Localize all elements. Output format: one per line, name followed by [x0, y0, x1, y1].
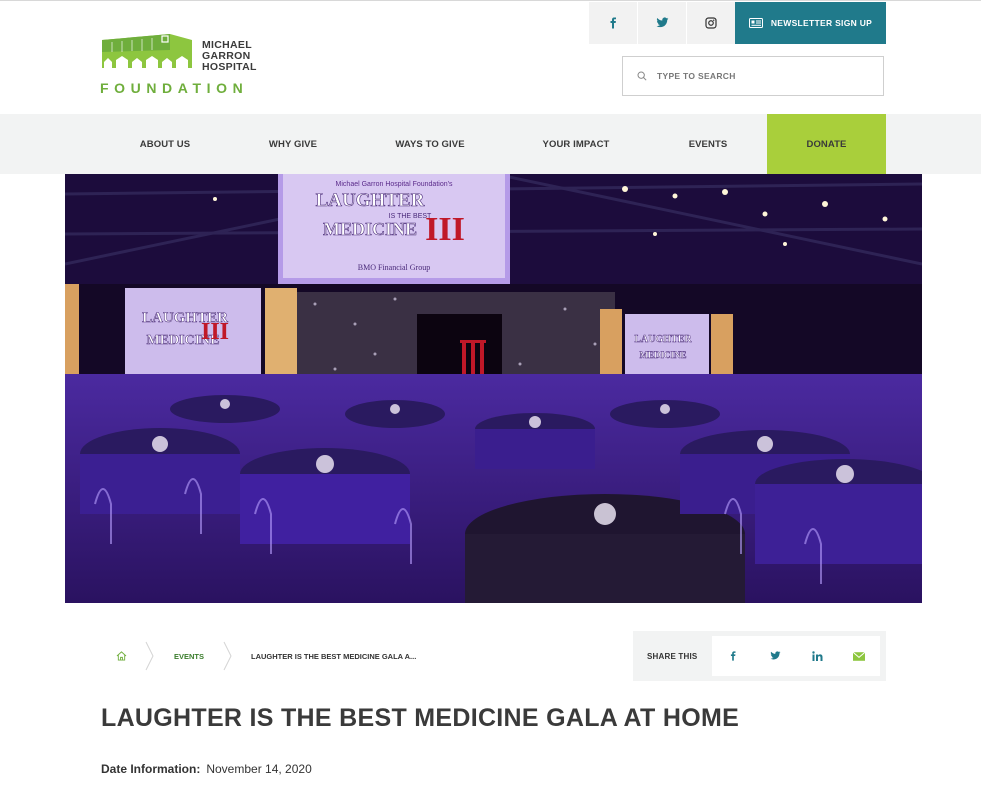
top-border: [0, 0, 981, 1]
logo-foundation-text: FOUNDATION: [100, 80, 249, 96]
twitter-icon: [656, 17, 668, 28]
newsletter-signup-button[interactable]: NEWSLETTER SIGN UP: [735, 2, 886, 44]
facebook-icon: [610, 17, 616, 29]
breadcrumb-separator-icon: [145, 641, 154, 671]
screen-title-laughter: LAUGHTER: [316, 190, 425, 211]
donate-button[interactable]: DONATE: [767, 114, 886, 174]
hero-image-gala-ballroom: Michael Garron Hospital Foundation's LAU…: [65, 174, 922, 603]
date-value: November 14, 2020: [206, 762, 312, 776]
email-icon: [853, 651, 865, 661]
search-box[interactable]: [622, 56, 884, 96]
logo-line-3: HOSPITAL: [202, 61, 257, 73]
share-box: SHARE THIS: [633, 631, 886, 681]
right-screen-medicine: MEDICINE: [639, 350, 686, 360]
screen-sponsor: BMO Financial Group: [358, 263, 430, 272]
search-input[interactable]: [655, 70, 859, 82]
nav-item-your-impact[interactable]: YOUR IMPACT: [530, 114, 622, 174]
share-facebook-button[interactable]: [712, 636, 754, 676]
ballroom-illustration: Michael Garron Hospital Foundation's LAU…: [65, 174, 922, 603]
nav-item-why-give[interactable]: WHY GIVE: [252, 114, 334, 174]
right-screen-title: LAUGHTER: [634, 334, 692, 345]
instagram-link[interactable]: [687, 2, 735, 44]
linkedin-icon: [811, 651, 822, 661]
breadcrumb-separator-icon: [223, 641, 232, 671]
nav-item-ways-to-give[interactable]: WAYS TO GIVE: [385, 114, 475, 174]
screen-sponsor-line: Michael Garron Hospital Foundation's: [336, 181, 453, 188]
foundation-logo[interactable]: MICHAEL GARRON HOSPITAL FOUNDATION: [100, 30, 265, 96]
screen-numeral: III: [425, 211, 465, 248]
breadcrumb-home[interactable]: [116, 640, 127, 672]
nav-item-about-us[interactable]: ABOUT US: [124, 114, 206, 174]
logo-wordmark: MICHAEL GARRON HOSPITAL: [202, 40, 257, 73]
hospital-building-logo-icon: [102, 34, 192, 70]
breadcrumb-events[interactable]: EVENTS: [174, 640, 204, 672]
date-label: Date Information:: [101, 762, 201, 776]
share-twitter-button[interactable]: [754, 636, 796, 676]
screen-title-medicine: MEDICINE: [323, 219, 417, 239]
breadcrumb-current: LAUGHTER IS THE BEST MEDICINE GALA A...: [251, 651, 417, 661]
share-label: SHARE THIS: [647, 651, 698, 661]
home-icon: [116, 651, 127, 661]
newsletter-icon: [748, 18, 763, 28]
left-screen-numeral: III: [201, 319, 229, 345]
share-email-button[interactable]: [838, 636, 880, 676]
main-nav: ABOUT US WHY GIVE WAYS TO GIVE YOUR IMPA…: [0, 114, 981, 174]
page-title: LAUGHTER IS THE BEST MEDICINE GALA AT HO…: [101, 704, 740, 732]
newsletter-label: NEWSLETTER SIGN UP: [770, 18, 873, 28]
twitter-icon: [770, 651, 780, 660]
twitter-link[interactable]: [638, 2, 686, 44]
facebook-link[interactable]: [589, 2, 637, 44]
nav-item-events[interactable]: EVENTS: [676, 114, 740, 174]
search-icon: [637, 71, 647, 81]
date-information: Date Information: November 14, 2020: [101, 762, 312, 776]
instagram-icon: [705, 17, 717, 29]
facebook-icon: [730, 651, 736, 661]
share-linkedin-button[interactable]: [796, 636, 838, 676]
